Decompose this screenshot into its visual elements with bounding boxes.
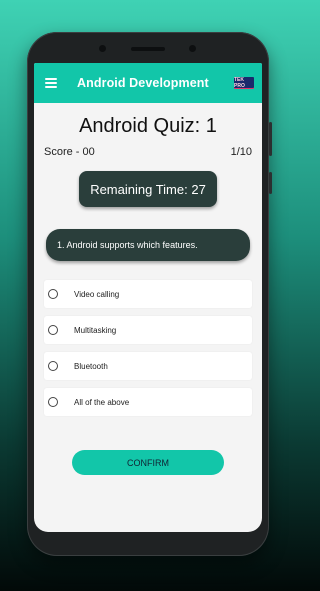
option-label: Bluetooth: [74, 361, 108, 371]
option-label: Multitasking: [74, 325, 117, 335]
option-video-calling[interactable]: Video calling: [44, 280, 252, 308]
question-card: 1. Android supports which features.: [46, 229, 250, 261]
options-list: Video calling Multitasking Bluetooth All…: [34, 280, 262, 416]
app-title: Android Development: [77, 76, 209, 90]
option-label: Video calling: [74, 289, 120, 299]
option-bluetooth[interactable]: Bluetooth: [44, 352, 252, 380]
remaining-time-card: Remaining Time: 27: [79, 171, 217, 207]
front-camera: [99, 45, 106, 52]
radio-button[interactable]: [48, 289, 58, 299]
option-label: All of the above: [74, 397, 130, 407]
app-bar: Android Development TEK PRO: [34, 63, 262, 103]
option-multitasking[interactable]: Multitasking: [44, 316, 252, 344]
app-screen: Android Development TEK PRO Android Quiz…: [34, 63, 262, 532]
radio-button[interactable]: [48, 361, 58, 371]
radio-button[interactable]: [48, 397, 58, 407]
question-progress: 1/10: [230, 146, 252, 158]
confirm-button[interactable]: CONFIRM: [72, 450, 224, 475]
quiz-title: Android Quiz: 1: [79, 115, 217, 137]
hamburger-menu-icon[interactable]: [45, 78, 57, 88]
score-label: Score - 00: [44, 146, 95, 158]
volume-button: [269, 122, 272, 156]
sensor: [189, 45, 196, 52]
power-button: [269, 172, 272, 194]
option-all-of-the-above[interactable]: All of the above: [44, 388, 252, 416]
brand-logo: TEK PRO: [234, 77, 254, 89]
radio-button[interactable]: [48, 325, 58, 335]
score-row: Score - 00 1/10: [34, 146, 262, 158]
speaker-grille: [131, 47, 165, 51]
